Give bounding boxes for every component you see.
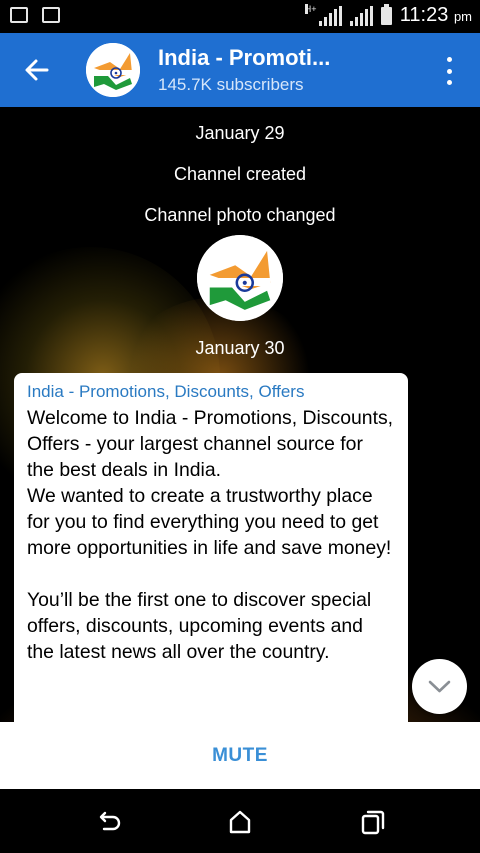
battery-icon — [380, 3, 392, 25]
chat-header: India - Promoti... 145.7K subscribers — [0, 33, 480, 107]
status-bar: H+ 11:23 pm — [0, 0, 480, 33]
date-header: January 29 — [195, 123, 285, 143]
nav-back-icon[interactable] — [94, 807, 124, 837]
network-type: H+ — [304, 3, 317, 14]
navigation-bar — [0, 789, 480, 853]
channel-photo[interactable] — [197, 235, 283, 321]
message-sender[interactable]: India - Promotions, Discounts, Offers — [27, 382, 395, 402]
mute-button[interactable]: MUTE — [212, 745, 268, 767]
gallery-notification-icon — [10, 7, 28, 23]
chevron-down-icon[interactable] — [412, 659, 467, 714]
message-notification-icon — [42, 7, 60, 23]
clock: 11:23 pm — [400, 4, 472, 27]
nav-home-icon[interactable] — [225, 807, 255, 837]
clock-time: 11:23 — [399, 4, 449, 26]
service-message-photo: Channel photo changed — [144, 205, 336, 225]
signal-2-icon — [349, 5, 373, 26]
subscriber-count: 145.7K subscribers — [158, 75, 304, 94]
mute-bar: MUTE — [0, 722, 480, 789]
signal-icon: H+ — [304, 3, 342, 26]
arrow-left-icon[interactable] — [22, 55, 52, 85]
clock-ampm: pm — [453, 9, 472, 24]
channel-title[interactable]: India - Promoti... — [158, 45, 330, 71]
channel-avatar[interactable] — [86, 43, 140, 97]
nav-recent-icon[interactable] — [358, 807, 388, 837]
chat-area[interactable]: January 29 Channel created Channel photo… — [0, 107, 480, 722]
more-vert-icon[interactable] — [444, 57, 454, 85]
message-bubble[interactable]: India - Promotions, Discounts, Offers We… — [14, 373, 408, 722]
message-text: Welcome to India - Promotions, Discounts… — [27, 407, 394, 663]
service-message-created: Channel created — [173, 164, 307, 184]
date-header: January 30 — [195, 338, 285, 358]
